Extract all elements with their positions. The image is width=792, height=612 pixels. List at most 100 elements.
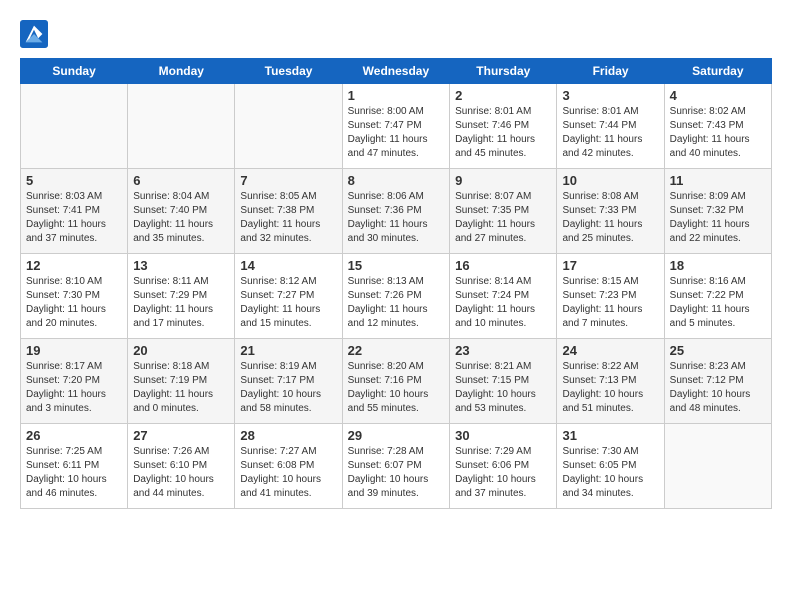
day-number: 4 xyxy=(670,88,766,103)
day-cell-9: 9 Sunrise: 8:07 AM Sunset: 7:35 PM Daylig… xyxy=(450,169,557,254)
day-header-monday: Monday xyxy=(128,59,235,84)
day-info: Sunrise: 7:29 AM Sunset: 6:06 PM Dayligh… xyxy=(455,445,551,501)
week-row-2: 5 Sunrise: 8:03 AM Sunset: 7:41 PM Daylig… xyxy=(21,169,772,254)
day-cell-7: 7Sunrise: 8:05 AM Sunset: 7:38 PM Daylig… xyxy=(235,169,342,254)
day-number: 25 xyxy=(670,343,766,358)
day-number: 20 xyxy=(133,343,229,358)
day-info: Sunrise: 8:16 AM Sunset: 7:22 PM Dayligh… xyxy=(670,275,766,331)
day-number: 1 xyxy=(348,88,445,103)
day-header-row: SundayMondayTuesdayWednesdayThursdayFrid… xyxy=(21,59,772,84)
logo-icon xyxy=(20,20,48,48)
week-row-5: 26 Sunrise: 7:25 AM Sunset: 6:11 PM Dayli… xyxy=(21,424,772,509)
day-info: Sunrise: 8:10 AM Sunset: 7:30 PM Dayligh… xyxy=(26,275,122,331)
week-row-1: 1Sunrise: 8:00 AM Sunset: 7:47 PM Daylig… xyxy=(21,84,772,169)
day-number: 12 xyxy=(26,258,122,273)
day-info: Sunrise: 8:01 AM Sunset: 7:46 PM Dayligh… xyxy=(455,105,551,161)
day-header-thursday: Thursday xyxy=(450,59,557,84)
day-info: Sunrise: 8:23 AM Sunset: 7:12 PM Dayligh… xyxy=(670,360,766,416)
day-info: Sunrise: 8:18 AM Sunset: 7:19 PM Dayligh… xyxy=(133,360,229,416)
day-number: 11 xyxy=(670,173,766,188)
day-info: Sunrise: 7:30 AM Sunset: 6:05 PM Dayligh… xyxy=(562,445,658,501)
day-info: Sunrise: 8:11 AM Sunset: 7:29 PM Dayligh… xyxy=(133,275,229,331)
empty-cell xyxy=(664,424,771,509)
day-cell-24: 24 Sunrise: 8:22 AM Sunset: 7:13 PM Dayli… xyxy=(557,339,664,424)
day-cell-21: 21 Sunrise: 8:19 AM Sunset: 7:17 PM Dayli… xyxy=(235,339,342,424)
day-info: Sunrise: 8:13 AM Sunset: 7:26 PM Dayligh… xyxy=(348,275,445,331)
week-row-4: 19Sunrise: 8:17 AM Sunset: 7:20 PM Dayli… xyxy=(21,339,772,424)
day-cell-19: 19Sunrise: 8:17 AM Sunset: 7:20 PM Dayli… xyxy=(21,339,128,424)
day-number: 22 xyxy=(348,343,445,358)
day-cell-23: 23 Sunrise: 8:21 AM Sunset: 7:15 PM Dayli… xyxy=(450,339,557,424)
day-cell-16: 16 Sunrise: 8:14 AM Sunset: 7:24 PM Dayli… xyxy=(450,254,557,339)
day-info: Sunrise: 8:12 AM Sunset: 7:27 PM Dayligh… xyxy=(240,275,336,331)
day-info: Sunrise: 8:14 AM Sunset: 7:24 PM Dayligh… xyxy=(455,275,551,331)
day-number: 19 xyxy=(26,343,122,358)
logo xyxy=(20,20,52,48)
day-cell-5: 5 Sunrise: 8:03 AM Sunset: 7:41 PM Daylig… xyxy=(21,169,128,254)
day-number: 7 xyxy=(240,173,336,188)
empty-cell xyxy=(128,84,235,169)
day-cell-12: 12 Sunrise: 8:10 AM Sunset: 7:30 PM Dayli… xyxy=(21,254,128,339)
day-number: 24 xyxy=(562,343,658,358)
empty-cell xyxy=(235,84,342,169)
day-number: 23 xyxy=(455,343,551,358)
day-info: Sunrise: 8:07 AM Sunset: 7:35 PM Dayligh… xyxy=(455,190,551,246)
day-header-friday: Friday xyxy=(557,59,664,84)
day-cell-29: 29 Sunrise: 7:28 AM Sunset: 6:07 PM Dayli… xyxy=(342,424,450,509)
day-cell-8: 8Sunrise: 8:06 AM Sunset: 7:36 PM Daylig… xyxy=(342,169,450,254)
day-number: 18 xyxy=(670,258,766,273)
day-info: Sunrise: 7:26 AM Sunset: 6:10 PM Dayligh… xyxy=(133,445,229,501)
day-info: Sunrise: 8:06 AM Sunset: 7:36 PM Dayligh… xyxy=(348,190,445,246)
day-cell-31: 31 Sunrise: 7:30 AM Sunset: 6:05 PM Dayli… xyxy=(557,424,664,509)
day-info: Sunrise: 8:01 AM Sunset: 7:44 PM Dayligh… xyxy=(562,105,658,161)
calendar-table: SundayMondayTuesdayWednesdayThursdayFrid… xyxy=(20,58,772,509)
day-cell-18: 18 Sunrise: 8:16 AM Sunset: 7:22 PM Dayli… xyxy=(664,254,771,339)
day-info: Sunrise: 8:19 AM Sunset: 7:17 PM Dayligh… xyxy=(240,360,336,416)
day-cell-4: 4 Sunrise: 8:02 AM Sunset: 7:43 PM Daylig… xyxy=(664,84,771,169)
day-info: Sunrise: 8:21 AM Sunset: 7:15 PM Dayligh… xyxy=(455,360,551,416)
day-cell-14: 14 Sunrise: 8:12 AM Sunset: 7:27 PM Dayli… xyxy=(235,254,342,339)
day-cell-17: 17 Sunrise: 8:15 AM Sunset: 7:23 PM Dayli… xyxy=(557,254,664,339)
day-cell-11: 11 Sunrise: 8:09 AM Sunset: 7:32 PM Dayli… xyxy=(664,169,771,254)
day-info: Sunrise: 8:20 AM Sunset: 7:16 PM Dayligh… xyxy=(348,360,445,416)
day-number: 15 xyxy=(348,258,445,273)
day-cell-30: 30 Sunrise: 7:29 AM Sunset: 6:06 PM Dayli… xyxy=(450,424,557,509)
day-cell-15: 15 Sunrise: 8:13 AM Sunset: 7:26 PM Dayli… xyxy=(342,254,450,339)
week-row-3: 12 Sunrise: 8:10 AM Sunset: 7:30 PM Dayli… xyxy=(21,254,772,339)
day-info: Sunrise: 8:09 AM Sunset: 7:32 PM Dayligh… xyxy=(670,190,766,246)
day-info: Sunrise: 8:03 AM Sunset: 7:41 PM Dayligh… xyxy=(26,190,122,246)
day-number: 17 xyxy=(562,258,658,273)
day-info: Sunrise: 7:27 AM Sunset: 6:08 PM Dayligh… xyxy=(240,445,336,501)
day-cell-6: 6Sunrise: 8:04 AM Sunset: 7:40 PM Daylig… xyxy=(128,169,235,254)
day-number: 10 xyxy=(562,173,658,188)
day-cell-1: 1Sunrise: 8:00 AM Sunset: 7:47 PM Daylig… xyxy=(342,84,450,169)
day-number: 13 xyxy=(133,258,229,273)
day-cell-22: 22 Sunrise: 8:20 AM Sunset: 7:16 PM Dayli… xyxy=(342,339,450,424)
day-info: Sunrise: 7:28 AM Sunset: 6:07 PM Dayligh… xyxy=(348,445,445,501)
day-number: 5 xyxy=(26,173,122,188)
day-cell-27: 27 Sunrise: 7:26 AM Sunset: 6:10 PM Dayli… xyxy=(128,424,235,509)
day-cell-13: 13 Sunrise: 8:11 AM Sunset: 7:29 PM Dayli… xyxy=(128,254,235,339)
day-info: Sunrise: 8:02 AM Sunset: 7:43 PM Dayligh… xyxy=(670,105,766,161)
day-cell-28: 28 Sunrise: 7:27 AM Sunset: 6:08 PM Dayli… xyxy=(235,424,342,509)
page-header xyxy=(20,20,772,48)
day-info: Sunrise: 8:22 AM Sunset: 7:13 PM Dayligh… xyxy=(562,360,658,416)
day-info: Sunrise: 7:25 AM Sunset: 6:11 PM Dayligh… xyxy=(26,445,122,501)
day-info: Sunrise: 8:08 AM Sunset: 7:33 PM Dayligh… xyxy=(562,190,658,246)
day-number: 2 xyxy=(455,88,551,103)
day-number: 27 xyxy=(133,428,229,443)
day-number: 9 xyxy=(455,173,551,188)
day-cell-10: 10 Sunrise: 8:08 AM Sunset: 7:33 PM Dayli… xyxy=(557,169,664,254)
day-number: 28 xyxy=(240,428,336,443)
day-number: 26 xyxy=(26,428,122,443)
day-number: 31 xyxy=(562,428,658,443)
day-number: 21 xyxy=(240,343,336,358)
day-number: 16 xyxy=(455,258,551,273)
day-cell-25: 25 Sunrise: 8:23 AM Sunset: 7:12 PM Dayli… xyxy=(664,339,771,424)
day-info: Sunrise: 8:15 AM Sunset: 7:23 PM Dayligh… xyxy=(562,275,658,331)
day-number: 29 xyxy=(348,428,445,443)
day-cell-3: 3 Sunrise: 8:01 AM Sunset: 7:44 PM Daylig… xyxy=(557,84,664,169)
day-number: 3 xyxy=(562,88,658,103)
day-number: 30 xyxy=(455,428,551,443)
day-number: 14 xyxy=(240,258,336,273)
